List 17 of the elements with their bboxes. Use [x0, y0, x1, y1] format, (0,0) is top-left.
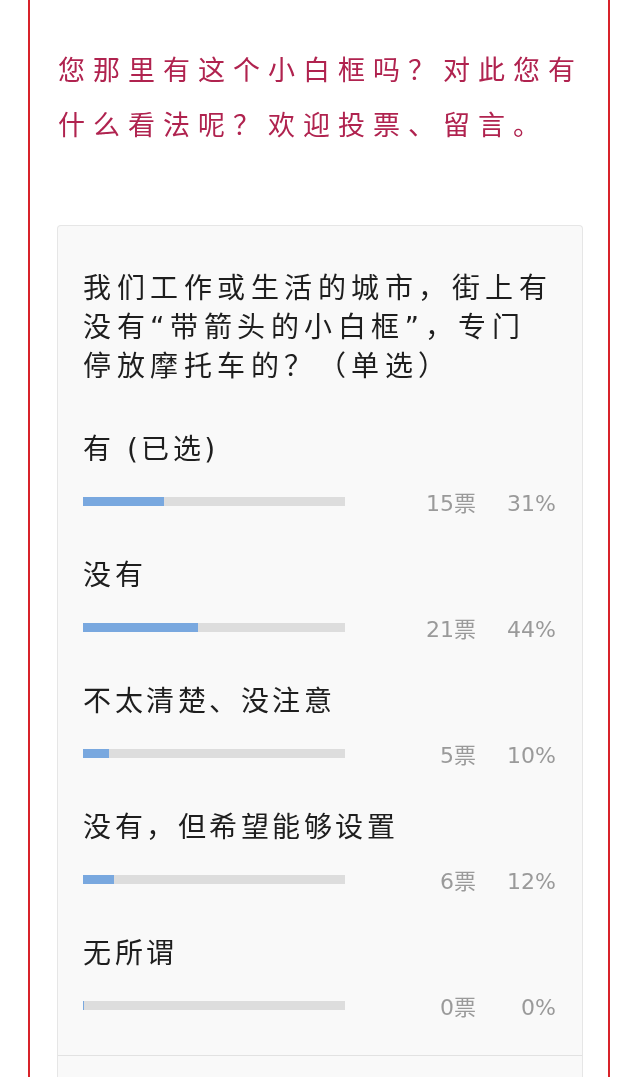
vote-count: 15票: [426, 490, 476, 518]
option-label: 无所谓: [83, 936, 179, 972]
option-label: 没有: [83, 558, 147, 594]
vote-percent: 31%: [506, 490, 556, 518]
vote-percent: 10%: [506, 742, 556, 770]
option-label: 有 (已选): [83, 432, 220, 468]
option-label: 不太清楚、没注意: [83, 684, 336, 720]
vote-count: 5票: [440, 742, 476, 770]
intro-text: 您那里有这个小白框吗？对此您有什么看法呢？欢迎投票、留言。: [58, 54, 584, 143]
vote-count: 21票: [426, 616, 476, 644]
vote-count: 0票: [440, 994, 476, 1022]
vote-percent: 12%: [506, 868, 556, 896]
vote-count: 6票: [440, 868, 476, 896]
poll-question: 我们工作或生活的城市，街上有没有“带箭头的小白框”，专门停放摩托车的？（单选）: [83, 271, 553, 385]
vote-percent: 44%: [506, 616, 556, 644]
option-label: 没有，但希望能够设置: [83, 810, 399, 846]
vote-percent: 0%: [520, 994, 556, 1022]
